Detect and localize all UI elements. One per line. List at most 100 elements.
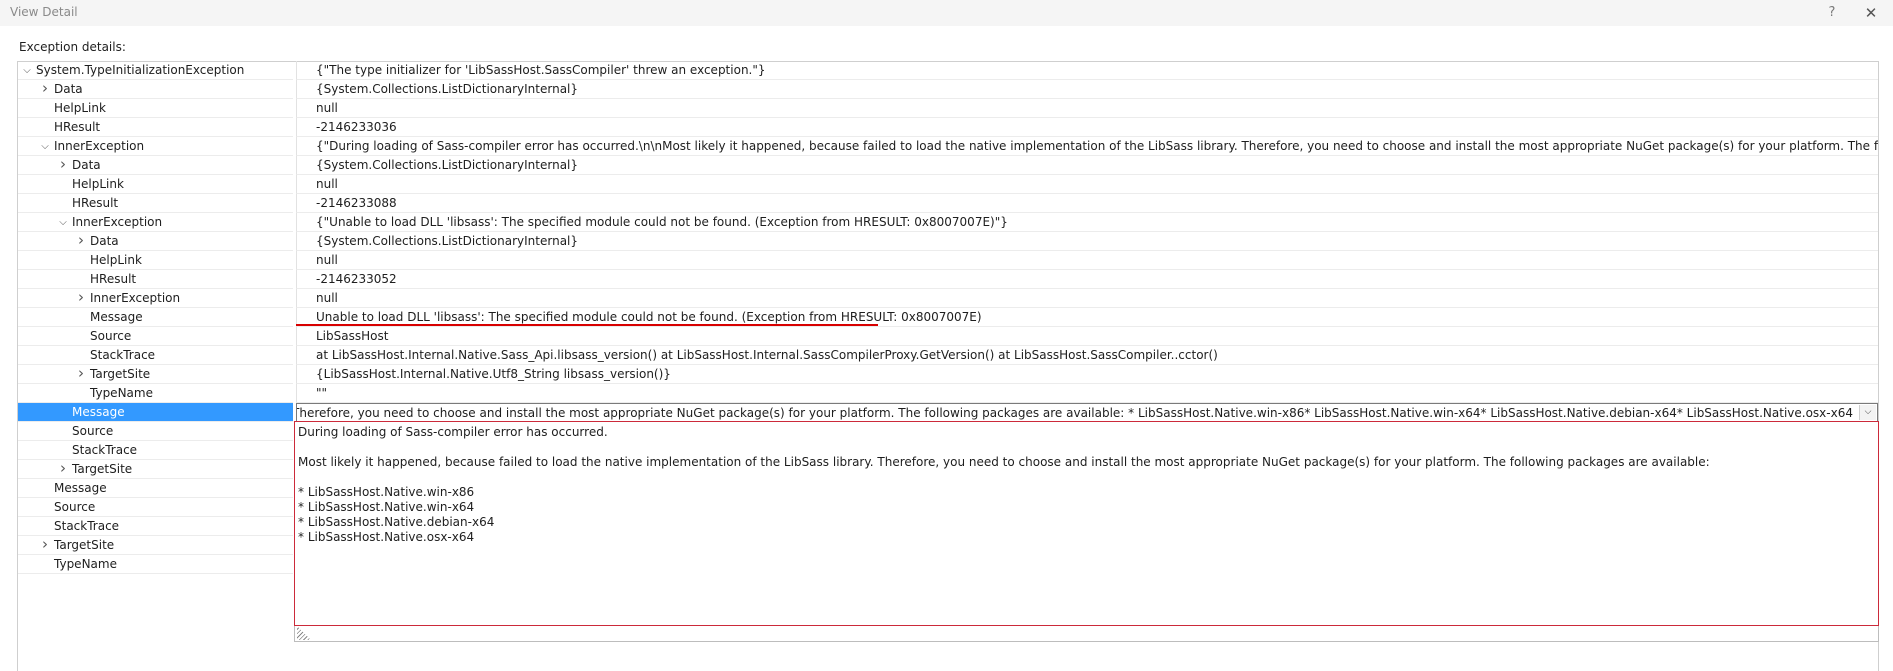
tree-row-value: "" [316,386,328,400]
tree-row-value-cell: {System.Collections.ListDictionaryIntern… [296,80,1878,99]
popup-line [298,440,1875,455]
tree-row-name: Data [90,234,119,248]
tree-row-name: InnerException [54,139,145,153]
tree-row[interactable]: StackTrace at LibSassHost.Internal.Nativ… [18,346,1878,365]
tree-row[interactable]: › InnerException null [18,289,1878,308]
tree-row-value: null [316,101,338,115]
window-title: View Detail [10,5,78,19]
tree-row-name-cell[interactable]: StackTrace [18,441,293,460]
chevron-right-icon[interactable]: › [74,365,88,383]
chevron-right-icon[interactable]: › [38,536,52,554]
tree-row-name-cell[interactable]: HelpLink [18,251,293,270]
tree-row-name-cell[interactable]: › Data [18,80,293,99]
tree-row-name-cell[interactable]: HelpLink [18,175,293,194]
tree-row-name: TypeName [90,386,153,400]
chevron-right-icon[interactable]: › [56,156,70,174]
exception-details-label: Exception details: [19,40,126,54]
tree-row[interactable]: ⌵ InnerException {"Unable to load DLL 'lib… [18,213,1878,232]
tree-row[interactable]: › TargetSite {LibSassHost.Internal.Native.… [18,365,1878,384]
chevron-right-icon[interactable]: › [74,232,88,250]
tree-row-value-cell: at LibSassHost.Internal.Native.Sass_Api.… [296,346,1878,365]
tree-row-value: e implementation of the LibSass library.… [296,406,1853,420]
message-editor-popup[interactable]: During loading of Sass-compiler error ha… [294,421,1879,626]
tree-row[interactable]: TypeName "" [18,384,1878,403]
tree-row-name: StackTrace [72,443,138,457]
tree-row-name: StackTrace [90,348,156,362]
tree-row[interactable]: Source LibSassHost [18,327,1878,346]
tree-row-name-cell[interactable]: › TargetSite [18,365,293,384]
message-underline [296,324,878,326]
resize-grip-icon[interactable] [297,626,311,640]
close-button[interactable]: ✕ [1857,2,1885,24]
tree-row-name: TargetSite [54,538,115,552]
tree-row-name-cell[interactable]: Source [18,422,293,441]
tree-row-name-cell[interactable]: › InnerException [18,289,293,308]
tree-row-name: Message [54,481,107,495]
chevron-right-icon[interactable]: › [38,80,52,98]
tree-row-value-cell: -2146233088 [296,194,1878,213]
tree-row-name-cell[interactable]: Message [18,308,293,327]
help-button[interactable]: ? [1820,2,1844,24]
tree-row-name-cell[interactable]: Source [18,498,293,517]
tree-row-value-cell: LibSassHost [296,327,1878,346]
tree-row-name: TargetSite [72,462,133,476]
tree-row[interactable]: HResult -2146233088 [18,194,1878,213]
tree-row-name: InnerException [90,291,181,305]
tree-row-name-cell[interactable]: Message [18,403,293,422]
tree-row-name: HelpLink [54,101,106,115]
tree-row-name-cell[interactable]: HResult [18,194,293,213]
tree-row[interactable]: ⌵ InnerException {"During loading of Sass-… [18,137,1878,156]
popup-line [298,470,1875,485]
tree-row-value-cell: null [296,289,1878,308]
tree-row-name-cell[interactable]: › TargetSite [18,536,293,555]
tree-row-name-cell[interactable]: Message [18,479,293,498]
tree-row-name-cell[interactable]: › TargetSite [18,460,293,479]
message-value-editor[interactable]: e implementation of the LibSass library.… [296,403,1878,422]
tree-row-value: -2146233088 [316,196,397,210]
tree-row-name-cell[interactable]: StackTrace [18,346,293,365]
tree-row[interactable]: HelpLink null [18,251,1878,270]
chevron-right-icon[interactable]: › [74,289,88,307]
tree-row[interactable]: HResult -2146233052 [18,270,1878,289]
tree-row-name-cell[interactable]: TypeName [18,384,293,403]
tree-row-name-cell[interactable]: › Data [18,156,293,175]
tree-row-value: {LibSassHost.Internal.Native.Utf8_String… [316,367,671,381]
tree-row-value: {System.Collections.ListDictionaryIntern… [316,82,579,96]
tree-row[interactable]: › Data {System.Collections.ListDictionaryI… [18,232,1878,251]
popup-line: * LibSassHost.Native.win-x86 [298,485,475,499]
tree-row[interactable]: › Data {System.Collections.ListDictionaryI… [18,80,1878,99]
tree-row-name-cell[interactable]: TypeName [18,555,293,574]
tree-row-value: {"During loading of Sass-compiler error … [316,139,1878,153]
chevron-right-icon[interactable]: › [56,460,70,478]
tree-row-name: Source [90,329,132,343]
tree-row-value-cell: {"The type initializer for 'LibSassHost.… [296,61,1878,80]
tree-row-name-cell[interactable]: HelpLink [18,99,293,118]
chevron-down-icon[interactable]: ⌵ [38,137,52,155]
tree-row[interactable]: HResult -2146233036 [18,118,1878,137]
chevron-down-icon[interactable]: ⌵ [20,61,34,79]
tree-row-name-cell[interactable]: StackTrace [18,517,293,536]
tree-row-name: TypeName [54,557,117,571]
tree-row-name: Source [72,424,114,438]
tree-row-name-cell[interactable]: ⌵ InnerException [18,213,293,232]
tree-row[interactable]: › Data {System.Collections.ListDictionaryI… [18,156,1878,175]
tree-row-name-cell[interactable]: ⌵ System.TypeInitializationException [18,61,293,80]
tree-row-name-cell[interactable]: Source [18,327,293,346]
tree-row-name-cell[interactable]: ⌵ InnerException [18,137,293,156]
tree-row-value: {System.Collections.ListDictionaryIntern… [316,234,579,248]
tree-row[interactable]: HelpLink null [18,175,1878,194]
chevron-down-icon[interactable]: ⌵ [56,213,70,231]
title-bar: View Detail ? ✕ [0,0,1893,26]
tree-row[interactable]: HelpLink null [18,99,1878,118]
tree-row-value: -2146233052 [316,272,397,286]
tree-row-value: null [316,177,338,191]
tree-row-name-cell[interactable]: › Data [18,232,293,251]
tree-row-name: Source [54,500,96,514]
tree-row-name-cell[interactable]: HResult [18,270,293,289]
tree-row-value: null [316,253,338,267]
tree-row-value: null [316,291,338,305]
tree-row[interactable]: ⌵ System.TypeInitializationException {"The… [18,61,1878,80]
chevron-down-icon[interactable]: ⌵ [1859,405,1876,420]
tree-row[interactable]: Message e implementation of the LibSass l… [18,403,1878,422]
tree-row-name-cell[interactable]: HResult [18,118,293,137]
